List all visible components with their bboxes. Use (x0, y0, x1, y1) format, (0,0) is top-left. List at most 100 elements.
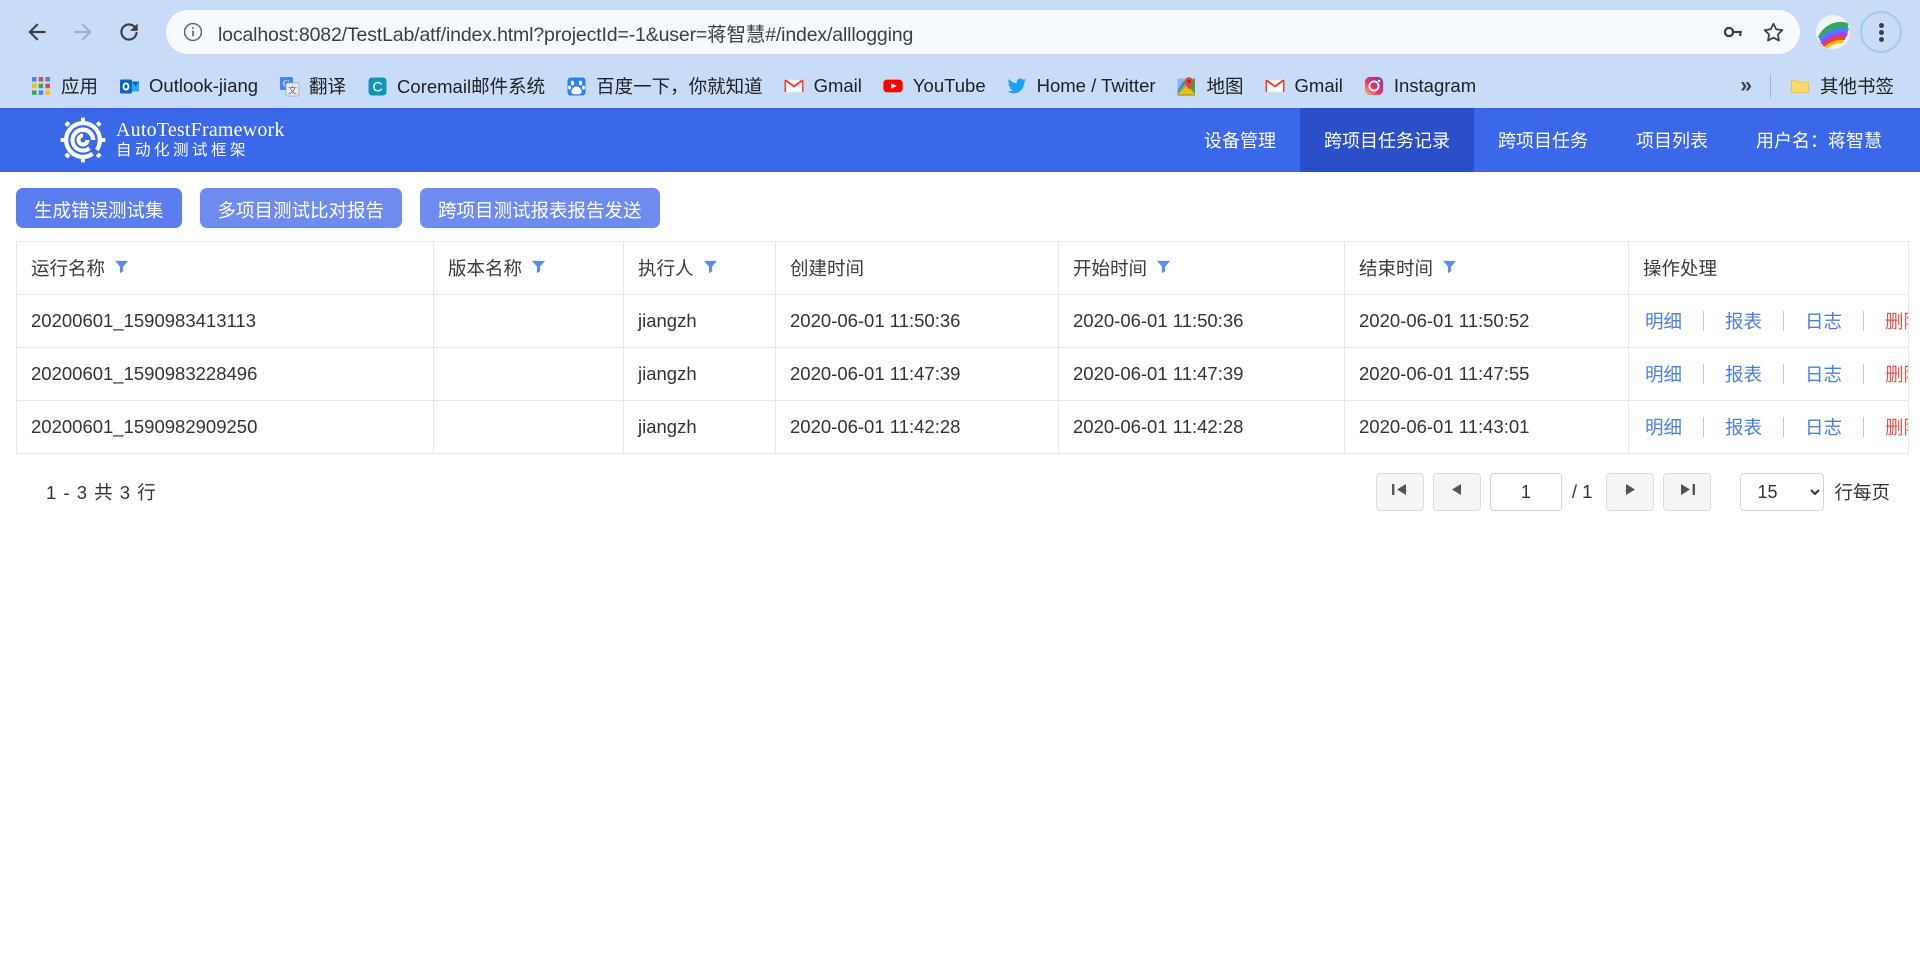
coremail-icon: C (366, 75, 388, 97)
nav-item-device-management[interactable]: 设备管理 (1180, 108, 1300, 172)
address-bar[interactable]: localhost:8082/TestLab/atf/index.html?pr… (166, 10, 1800, 54)
action-divider (1783, 417, 1784, 437)
delete-link[interactable]: 删除... (1883, 361, 1908, 387)
info-circle-icon[interactable] (182, 21, 204, 43)
bookmark-gmail-1[interactable]: Gmail (773, 69, 872, 103)
filter-icon[interactable] (1442, 257, 1457, 279)
cell-create-time: 2020-06-01 11:50:36 (776, 295, 1059, 348)
prev-page-icon (1449, 482, 1464, 502)
table-head: 运行名称 版本名称 (17, 242, 1909, 295)
row-count-label: 1 - 3 共 3 行 (46, 479, 157, 505)
column-header-end-time[interactable]: 结束时间 (1345, 242, 1629, 295)
column-header-executor[interactable]: 执行人 (624, 242, 776, 295)
column-header-start-time[interactable]: 开始时间 (1059, 242, 1345, 295)
star-icon[interactable] (1756, 15, 1790, 49)
address-bar-text[interactable]: localhost:8082/TestLab/atf/index.html?pr… (218, 18, 1710, 47)
bookmark-gmail-2[interactable]: Gmail (1254, 69, 1353, 103)
delete-link[interactable]: 删除... (1883, 414, 1908, 440)
bookmark-maps[interactable]: 地图 (1166, 69, 1254, 103)
bookmark-instagram[interactable]: Instagram (1353, 69, 1486, 103)
nav-item-cross-project-task-records[interactable]: 跨项目任务记录 (1300, 108, 1474, 172)
detail-link[interactable]: 明细 (1643, 414, 1684, 440)
first-page-button[interactable] (1376, 473, 1424, 511)
report-link[interactable]: 报表 (1723, 414, 1764, 440)
log-link[interactable]: 日志 (1803, 414, 1844, 440)
column-label: 执行人 (638, 255, 694, 281)
column-label: 创建时间 (790, 255, 864, 281)
bookmark-label: Coremail邮件系统 (397, 73, 545, 99)
filter-icon[interactable] (531, 257, 546, 279)
arrow-right-icon (70, 19, 96, 45)
filter-icon[interactable] (1156, 257, 1171, 279)
action-divider (1783, 364, 1784, 384)
brand[interactable]: AutoTestFramework 自动化测试框架 (0, 108, 285, 172)
brand-text: AutoTestFramework 自动化测试框架 (116, 120, 285, 161)
bookmark-label: 地图 (1207, 73, 1244, 99)
prev-page-button[interactable] (1433, 473, 1481, 511)
next-page-button[interactable] (1606, 473, 1654, 511)
folder-icon (1789, 75, 1811, 97)
nav-item-cross-project-tasks[interactable]: 跨项目任务 (1474, 108, 1612, 172)
other-bookmarks-button[interactable]: 其他书签 (1779, 69, 1904, 103)
detail-link[interactable]: 明细 (1643, 361, 1684, 387)
detail-link[interactable]: 明细 (1643, 308, 1684, 334)
bookmark-outlook[interactable]: Outlook-jiang (108, 69, 268, 103)
grid-footer: 1 - 3 共 3 行 / 1 (16, 454, 1906, 514)
bookmark-label: Outlook-jiang (149, 75, 258, 97)
page-size-select[interactable]: 153050100 (1740, 473, 1824, 511)
cell-create-time: 2020-06-01 11:47:39 (776, 348, 1059, 401)
column-header-operations[interactable]: 操作处理 (1629, 242, 1909, 295)
filter-icon[interactable] (703, 257, 718, 279)
generate-error-testset-button[interactable]: 生成错误测试集 (16, 188, 182, 228)
bookmark-twitter[interactable]: Home / Twitter (996, 69, 1166, 103)
bookmarks-overflow-button[interactable]: » (1730, 74, 1762, 98)
reload-button[interactable] (106, 9, 152, 55)
bookmark-baidu[interactable]: 百度一下，你就知道 (555, 69, 773, 103)
forward-button[interactable] (60, 9, 106, 55)
action-divider (1783, 311, 1784, 331)
cross-project-report-send-button[interactable]: 跨项目测试报表报告发送 (420, 188, 660, 228)
svg-text:C: C (372, 78, 382, 94)
bookmark-coremail[interactable]: C Coremail邮件系统 (356, 69, 555, 103)
table-row[interactable]: 20200601_1590982909250 jiangzh 2020-06-0… (17, 401, 1909, 454)
log-link[interactable]: 日志 (1803, 361, 1844, 387)
column-label: 运行名称 (31, 255, 105, 281)
nav-item-project-list[interactable]: 项目列表 (1612, 108, 1732, 172)
cell-version-name (434, 348, 624, 401)
back-button[interactable] (14, 9, 60, 55)
cell-version-name (434, 295, 624, 348)
cell-executor: jiangzh (624, 295, 776, 348)
column-label: 结束时间 (1359, 255, 1433, 281)
avatar[interactable] (1816, 15, 1850, 49)
gmail-icon (783, 75, 805, 97)
table-row[interactable]: 20200601_1590983413113 jiangzh 2020-06-0… (17, 295, 1909, 348)
filter-icon[interactable] (114, 257, 129, 279)
bookmark-translate[interactable]: G 文 翻译 (268, 69, 356, 103)
report-link[interactable]: 报表 (1723, 308, 1764, 334)
brand-title: AutoTestFramework (116, 120, 285, 141)
application: AutoTestFramework 自动化测试框架 设备管理 跨项目任务记录 跨… (0, 108, 1920, 514)
bookmark-youtube[interactable]: YouTube (872, 69, 996, 103)
page-number-input[interactable] (1490, 473, 1562, 511)
report-link[interactable]: 报表 (1723, 361, 1764, 387)
delete-link[interactable]: 删除... (1883, 308, 1908, 334)
action-divider (1703, 311, 1704, 331)
spiral-gear-logo (60, 117, 106, 163)
gmail-icon (1264, 75, 1286, 97)
action-divider (1863, 311, 1864, 331)
table-row[interactable]: 20200601_1590983228496 jiangzh 2020-06-0… (17, 348, 1909, 401)
multi-project-comparison-report-button[interactable]: 多项目测试比对报告 (200, 188, 403, 228)
key-icon[interactable] (1716, 15, 1750, 49)
bookmark-apps[interactable]: 应用 (20, 69, 108, 103)
outlook-icon (118, 75, 140, 97)
browser-menu-button[interactable] (1860, 11, 1902, 53)
reload-icon (116, 19, 142, 45)
last-page-button[interactable] (1663, 473, 1711, 511)
cell-run-name: 20200601_1590983413113 (17, 295, 434, 348)
instagram-icon (1363, 75, 1385, 97)
column-header-run-name[interactable]: 运行名称 (17, 242, 434, 295)
column-header-version-name[interactable]: 版本名称 (434, 242, 624, 295)
nav-item-username[interactable]: 用户名：蒋智慧 (1732, 108, 1920, 172)
column-header-create-time[interactable]: 创建时间 (776, 242, 1059, 295)
log-link[interactable]: 日志 (1803, 308, 1844, 334)
